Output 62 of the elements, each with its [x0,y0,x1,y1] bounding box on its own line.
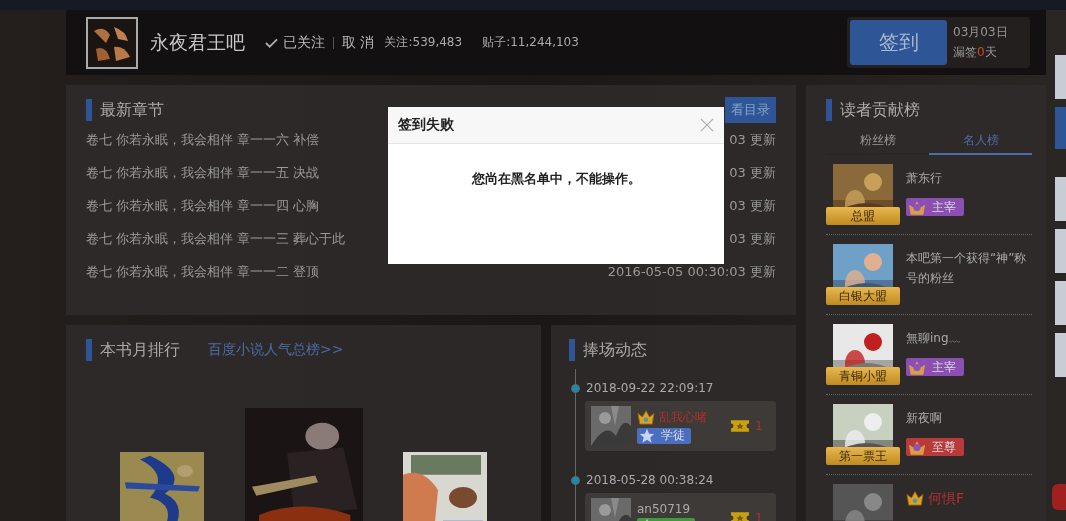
chapter-link[interactable]: 卷七 你若永眠，我会相伴 章一一四 心胸 [86,196,320,215]
ranking-link[interactable]: 百度小说人气总榜>> [208,341,344,359]
close-icon[interactable] [700,118,714,132]
badge-label: 学徒 [661,427,685,444]
entry-time: 2018-05-28 00:38:24 [586,473,714,487]
follow-status: 已关注 [283,33,325,52]
chapter-link[interactable]: 卷七 你若永眠，我会相伴 章一一二 登顶 [86,262,320,281]
chapter-link[interactable]: 卷七 你若永眠，我会相伴 章一一五 决战 [86,163,320,182]
user-name[interactable]: 無聊ing﹏ [906,328,961,348]
crown-icon [637,409,655,425]
badge-label: 至尊 [932,438,956,456]
section-marker [569,339,575,361]
update-time: 2016-05-05 00:30:03 更新 [607,262,776,281]
chapter-link[interactable]: 卷七 你若永眠，我会相伴 章一一三 葬心于此 [86,229,346,248]
follower-count: 关注:539,483 [384,34,463,51]
crown-icon [906,490,924,506]
badge-label: 主宰 [932,198,956,216]
ticket-icon [731,420,749,432]
section-title: 读者贡献榜 [840,99,920,121]
section-marker [86,339,92,361]
badge-label: 主宰 [932,358,956,376]
tab[interactable]: 粉丝榜 [826,129,929,155]
side-tool-button[interactable] [1055,281,1066,325]
user-name[interactable]: 萧东行 [906,168,942,188]
ticket-icon [731,512,749,521]
catalog-button[interactable]: 看目录 [725,97,776,123]
ticket-count: 1 [755,419,763,433]
section-title: 本书月排行 [100,339,180,361]
side-tool-button[interactable] [1055,55,1066,99]
update-time: 03 更新 [729,229,776,248]
tab[interactable]: 名人榜 [929,129,1032,155]
sign-in-button[interactable]: 签到 [850,20,947,65]
side-tool-button[interactable] [1052,484,1066,510]
side-tool-button[interactable] [1055,107,1066,149]
user-name[interactable]: 新夜啊 [906,408,942,428]
rank-ribbon: 总盟 [826,207,900,225]
section-marker [826,99,832,121]
user-name[interactable]: an50719 [637,502,691,516]
dialog-message: 您尚在黑名单中，不能操作。 [471,170,641,188]
sign-in-date: 03月03日 [953,24,1009,41]
post-count: 贴子:11,244,103 [482,34,579,51]
side-tool-button[interactable] [1055,333,1066,377]
section-title: 捧场动态 [583,339,647,361]
section-marker [86,99,92,121]
rank-ribbon: 第一票王 [826,447,900,465]
side-tool-button[interactable] [1055,229,1066,273]
update-time: 03 更新 [729,163,776,182]
dialog-title: 签到失败 [398,116,454,134]
chapter-link[interactable]: 卷七 你若永眠，我会相伴 章一一六 补偿 [86,130,320,149]
forum-name: 永夜君王吧 [150,29,245,55]
user-name[interactable]: 本吧第一个获得“神”称号的粉丝 [906,248,1032,288]
rank-ribbon: 白银大盟 [826,287,900,305]
star-icon [639,427,655,444]
section-title: 最新章节 [100,99,164,121]
update-time: 03 更新 [729,130,776,149]
update-time: 03 更新 [729,196,776,215]
unfollow-button[interactable]: 取 消 [342,33,375,52]
side-tool-button[interactable] [1055,177,1066,221]
check-icon [265,37,278,48]
rank-ribbon: 青铜小盟 [826,367,900,385]
entry-time: 2018-09-22 22:09:17 [586,381,714,395]
missed-days: 漏签0天 [953,44,1027,61]
